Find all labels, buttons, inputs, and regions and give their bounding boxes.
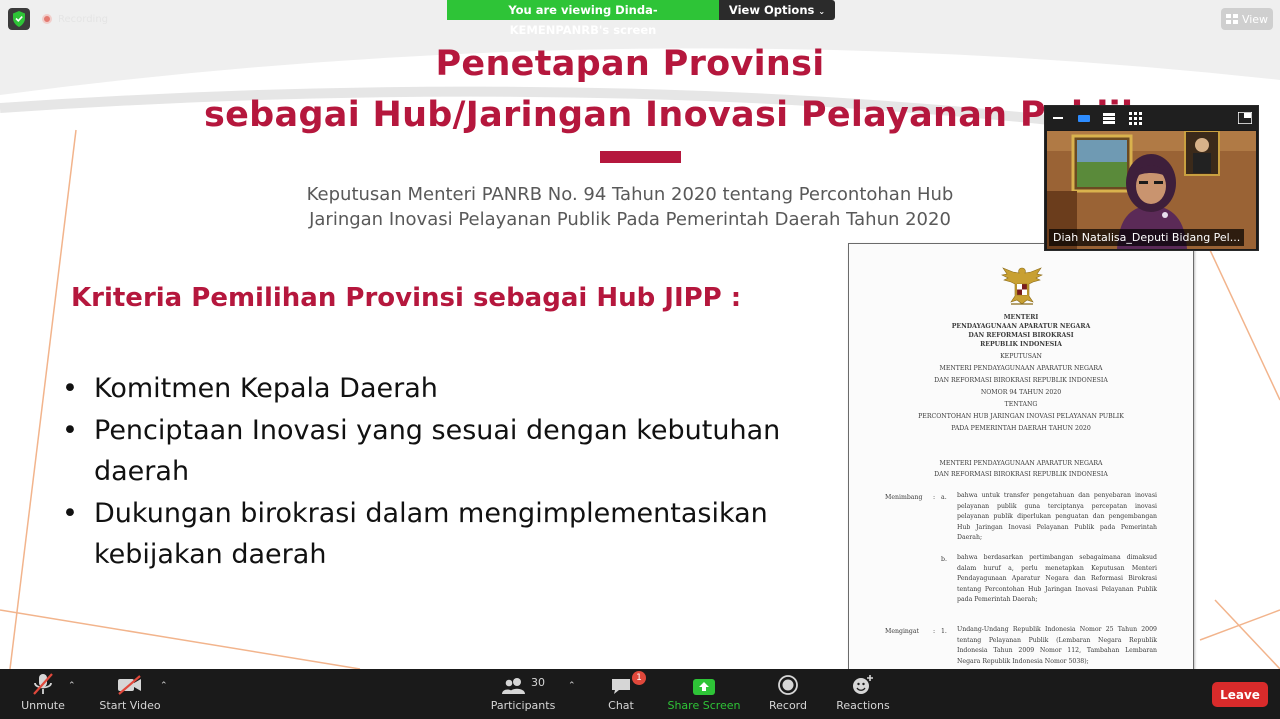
- view-options-button[interactable]: View Options ⌄: [719, 0, 835, 20]
- share-screen-icon: [693, 679, 715, 695]
- doc-paragraph: Undang-Undang Republik Indonesia Nomor 2…: [957, 626, 1157, 665]
- start-video-button[interactable]: Start Video: [98, 669, 162, 719]
- exit-fullscreen-icon[interactable]: [1238, 112, 1252, 124]
- unmute-button[interactable]: Unmute: [16, 669, 70, 719]
- doc-paragraph: bahwa untuk transfer pengetahuan dan pen…: [957, 492, 1157, 542]
- start-video-label: Start Video: [99, 699, 161, 712]
- video-options-chevron-icon[interactable]: ⌃: [160, 681, 168, 691]
- doc-subject-line-2: PADA PEMERINTAH DAERAH TAHUN 2020: [951, 425, 1091, 432]
- strip-view-icon[interactable]: [1103, 113, 1115, 124]
- doc-mengingat-label: Mengingat: [885, 628, 920, 635]
- participants-count: 30: [531, 676, 545, 689]
- share-screen-label: Share Screen: [667, 699, 741, 712]
- gallery-grid-icon[interactable]: [1129, 112, 1142, 125]
- decree-document-page: MENTERI PENDAYAGUNAAN APARATUR NEGARA DA…: [848, 243, 1194, 669]
- view-button-label: View: [1241, 12, 1269, 26]
- title-underline-bar: [600, 151, 681, 163]
- doc-tentang: TENTANG: [1004, 401, 1038, 408]
- participants-options-chevron-icon[interactable]: ⌃: [568, 681, 576, 691]
- chevron-down-icon: ⌄: [818, 7, 826, 16]
- doc-separator: :: [933, 494, 936, 501]
- reactions-label: Reactions: [836, 699, 890, 712]
- video-off-icon: [118, 675, 141, 695]
- doc-separator: :: [933, 628, 936, 635]
- chat-button[interactable]: 1 Chat: [601, 669, 646, 719]
- list-item: Komitmen Kepala Daerah: [62, 368, 822, 410]
- doc-subject-line-1: PERCONTOHAN HUB JARINGAN INOVASI PELAYAN…: [918, 413, 1124, 420]
- video-panel-toolbar: [1045, 106, 1258, 130]
- reactions-smiley-icon: [853, 675, 873, 694]
- single-video-icon[interactable]: [1078, 115, 1090, 123]
- doc-header-line: MENTERI: [1003, 314, 1039, 321]
- reactions-button[interactable]: Reactions: [834, 669, 892, 719]
- doc-nomor: NOMOR 94 TAHUN 2020: [980, 389, 1062, 396]
- doc-header-line: DAN REFORMASI BIROKRASI: [968, 332, 1074, 339]
- list-item: Penciptaan Inovasi yang sesuai dengan ke…: [62, 410, 822, 493]
- recording-label: Recording: [58, 13, 109, 25]
- doc-issuer-line-1: MENTERI PENDAYAGUNAAN APARATUR NEGARA: [939, 460, 1103, 467]
- participants-icon: [502, 678, 525, 694]
- doc-point-label: 1.: [941, 628, 947, 635]
- doc-keputusan: KEPUTUSAN: [1000, 353, 1042, 360]
- criteria-list: Komitmen Kepala Daerah Penciptaan Inovas…: [62, 368, 822, 576]
- recording-indicator[interactable]: Recording: [42, 12, 108, 26]
- criteria-heading: Kriteria Pemilihan Provinsi sebagai Hub …: [71, 283, 742, 313]
- chat-label: Chat: [608, 699, 634, 712]
- encryption-shield-icon[interactable]: [8, 8, 30, 30]
- audio-options-chevron-icon[interactable]: ⌃: [68, 681, 76, 691]
- slide-subtitle-line-1: Keputusan Menteri PANRB No. 94 Tahun 202…: [306, 184, 954, 205]
- doc-menimbang-label: Menimbang: [885, 494, 923, 501]
- recording-dot-icon: [42, 14, 52, 24]
- participants-label: Participants: [490, 699, 556, 712]
- share-screen-button[interactable]: Share Screen: [667, 669, 741, 719]
- doc-point-label: a.: [941, 494, 947, 501]
- zoom-top-overlay: Recording You are viewing Dinda-KEMENPAN…: [0, 0, 1280, 37]
- list-item: Dukungan birokrasi dalam mengimplementas…: [62, 493, 822, 576]
- doc-paragraph: bahwa berdasarkan pertimbangan sebagaima…: [957, 554, 1157, 604]
- meeting-controls-toolbar: Unmute ⌃ Start Video ⌃ 30 Participants ⌃…: [0, 669, 1280, 719]
- participant-video-feed: Diah Natalisa_Deputi Bidang Pel...: [1047, 131, 1256, 249]
- view-layout-button[interactable]: View: [1221, 8, 1273, 30]
- doc-header-line: PENDAYAGUNAAN APARATUR NEGARA: [951, 323, 1091, 330]
- unmute-label: Unmute: [21, 699, 65, 712]
- record-label: Record: [768, 699, 807, 712]
- leave-meeting-button[interactable]: Leave: [1212, 682, 1268, 707]
- chat-bubble-icon: [612, 679, 630, 694]
- zoom-meeting-window: Penetapan Provinsi sebagai Hub/Jaringan …: [0, 0, 1280, 719]
- doc-point-label: b.: [941, 556, 947, 563]
- garuda-emblem-icon: [1001, 267, 1043, 305]
- participants-button[interactable]: 30 Participants: [490, 669, 556, 719]
- doc-issuer-line-2: DAN REFORMASI BIROKRASI REPUBLIK INDONES…: [934, 471, 1108, 478]
- chat-unread-badge: 1: [632, 671, 646, 685]
- viewing-screen-banner: You are viewing Dinda-KEMENPANRB's scree…: [447, 0, 835, 37]
- muted-microphone-icon: [33, 673, 53, 695]
- participant-name-label: Diah Natalisa_Deputi Bidang Pel...: [1049, 229, 1245, 246]
- slide-title-line-1: Penetapan Provinsi: [435, 44, 825, 84]
- viewing-screen-text: You are viewing Dinda-KEMENPANRB's scree…: [447, 0, 719, 37]
- shared-screen-slide: Penetapan Provinsi sebagai Hub/Jaringan …: [0, 0, 1280, 669]
- doc-menteri-line-1: MENTERI PENDAYAGUNAAN APARATUR NEGARA: [939, 365, 1103, 372]
- doc-menteri-line-2: DAN REFORMASI BIROKRASI REPUBLIK INDONES…: [934, 377, 1108, 384]
- view-options-label: View Options: [728, 3, 815, 17]
- record-icon: [778, 675, 798, 695]
- slide-subtitle-line-2: Jaringan Inovasi Pelayanan Publik Pada P…: [309, 209, 951, 230]
- minimize-icon[interactable]: [1053, 117, 1063, 120]
- participant-video-panel[interactable]: Diah Natalisa_Deputi Bidang Pel...: [1044, 105, 1259, 251]
- record-button[interactable]: Record: [765, 669, 811, 719]
- doc-header-line: REPUBLIK INDONESIA: [980, 341, 1062, 348]
- grid-view-icon: [1225, 14, 1238, 24]
